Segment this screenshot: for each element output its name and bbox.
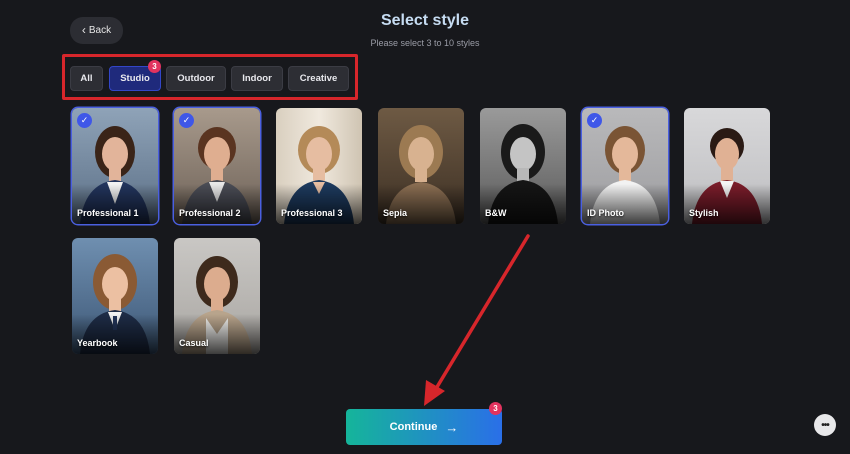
filter-tab-label: All	[80, 73, 93, 84]
studio-count-badge: 3	[148, 60, 161, 73]
filter-tab-indoor[interactable]: Indoor	[231, 66, 283, 91]
continue-label: Continue	[389, 421, 438, 433]
style-label: Professional 1	[77, 208, 139, 218]
style-label: Professional 2	[179, 208, 241, 218]
style-label: B&W	[485, 208, 507, 218]
filter-tab-creative[interactable]: Creative	[288, 66, 349, 91]
card-shade	[174, 184, 260, 224]
style-card-stylish[interactable]: Stylish	[684, 108, 770, 224]
filter-tab-all[interactable]: All	[70, 66, 103, 91]
card-shade	[480, 184, 566, 224]
style-label: Sepia	[383, 208, 408, 218]
checkmark-icon: ✓	[179, 113, 194, 128]
card-shade	[276, 184, 362, 224]
style-label: Professional 3	[281, 208, 343, 218]
style-card-casual[interactable]: Casual	[174, 238, 260, 354]
filter-tab-label: Outdoor	[177, 73, 215, 84]
card-shade	[582, 184, 668, 224]
style-card-professional-3[interactable]: Professional 3	[276, 108, 362, 224]
style-card-id-photo[interactable]: ✓ ID Photo	[582, 108, 668, 224]
arrow-right-icon: →	[445, 419, 459, 435]
page-subtitle: Please select 3 to 10 styles	[370, 38, 480, 48]
style-label: Casual	[179, 338, 209, 348]
filter-tab-label: Creative	[299, 73, 338, 84]
style-card-professional-2[interactable]: ✓ Professional 2	[174, 108, 260, 224]
continue-count-badge: 3	[489, 402, 502, 415]
style-card-bw[interactable]: B&W	[480, 108, 566, 224]
style-card-professional-1[interactable]: ✓ Professional 1	[72, 108, 158, 224]
more-options-button[interactable]: •••	[814, 414, 836, 436]
filter-tab-label: Studio	[120, 73, 150, 84]
checkmark-icon: ✓	[587, 113, 602, 128]
filter-tab-label: Indoor	[242, 73, 272, 84]
page-title: Select style	[380, 12, 470, 29]
card-shade	[174, 314, 260, 354]
continue-button[interactable]: Continue →	[346, 409, 502, 445]
style-label: Yearbook	[77, 338, 118, 348]
style-card-yearbook[interactable]: Yearbook	[72, 238, 158, 354]
checkmark-icon: ✓	[77, 113, 92, 128]
filter-tab-outdoor[interactable]: Outdoor	[166, 66, 226, 91]
card-shade	[72, 314, 158, 354]
style-card-sepia[interactable]: Sepia	[378, 108, 464, 224]
style-label: Stylish	[689, 208, 719, 218]
more-dots-icon: •••	[821, 419, 829, 431]
card-shade	[684, 184, 770, 224]
card-shade	[378, 184, 464, 224]
style-label: ID Photo	[587, 208, 624, 218]
card-shade	[72, 184, 158, 224]
